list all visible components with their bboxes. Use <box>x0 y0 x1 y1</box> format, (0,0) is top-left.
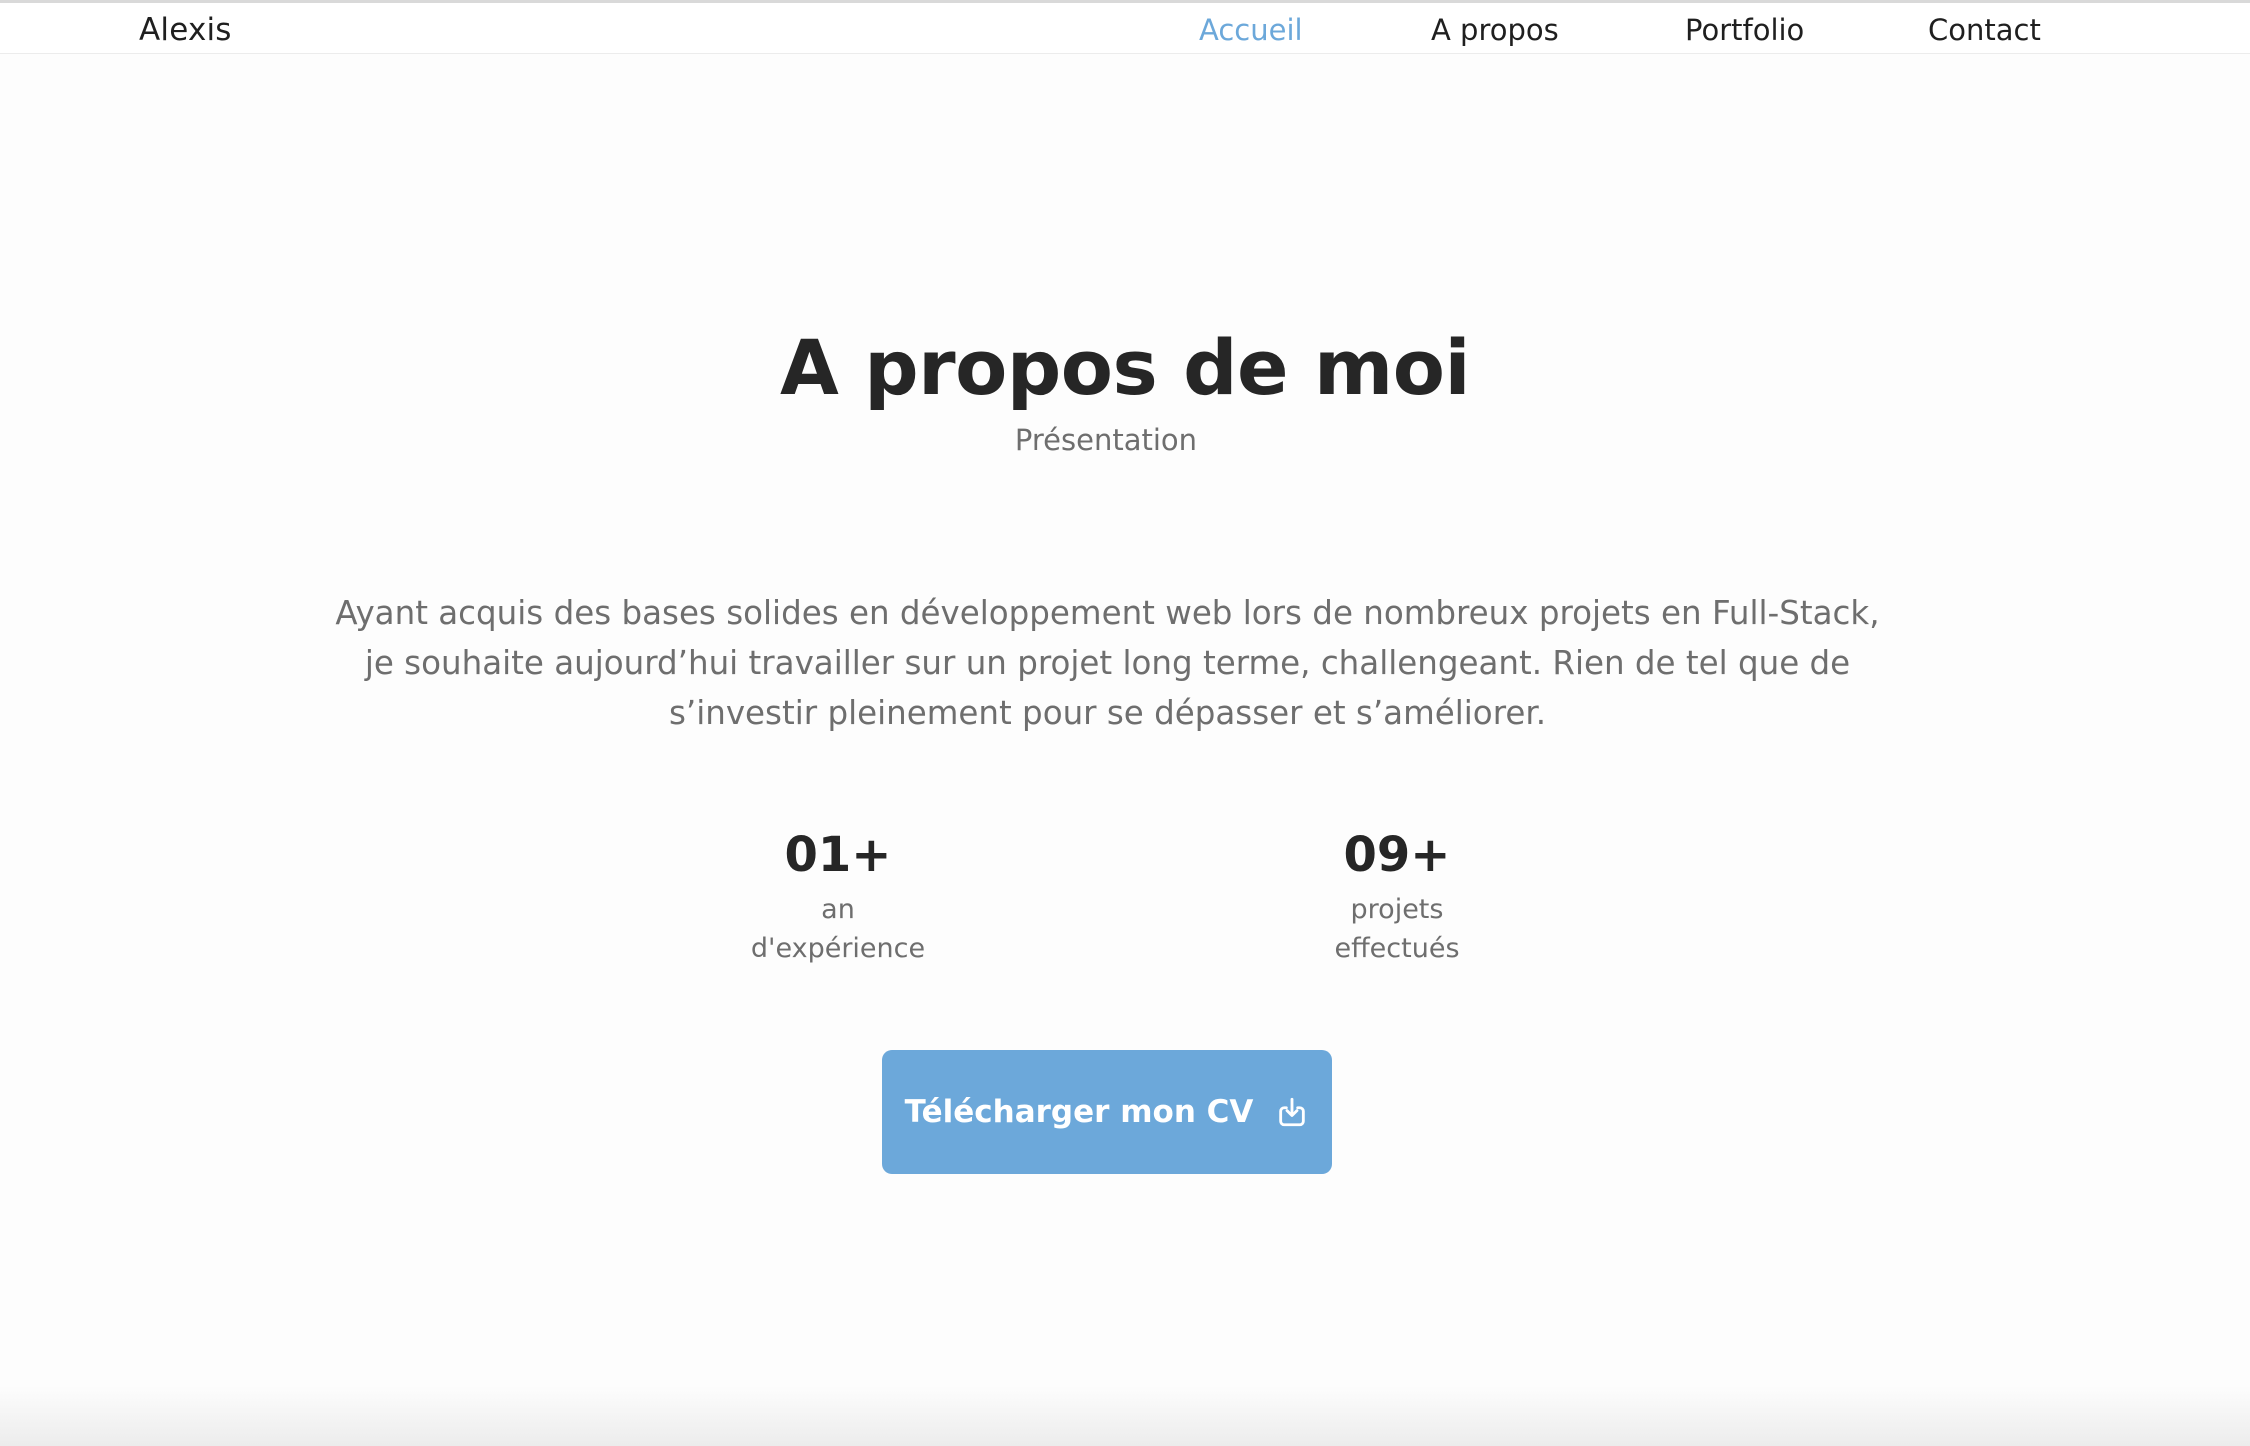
site-header: Alexis Accueil A propos Portfolio Contac… <box>0 3 2250 54</box>
nav-item-accueil[interactable]: Accueil <box>1199 10 1303 50</box>
brand-logo[interactable]: Alexis <box>139 10 232 50</box>
stat-projects-label-line1: projets <box>1350 894 1444 925</box>
bottom-shadow <box>0 1386 2250 1446</box>
stat-projects-label-line2: effectués <box>1334 933 1460 964</box>
download-cv-button[interactable]: Télécharger mon CV <box>882 1050 1332 1174</box>
stat-experience: 01+ an d'expérience <box>688 820 988 968</box>
stat-projects-value: 09+ <box>1343 827 1451 883</box>
nav-item-a-propos[interactable]: A propos <box>1431 10 1559 50</box>
stat-experience-label-line1: an <box>821 894 855 925</box>
section-title: A propos de moi <box>779 323 1471 412</box>
section-subtitle: Présentation <box>1014 423 1198 457</box>
about-section: A propos de moi Présentation Ayant acqui… <box>0 54 2250 1446</box>
stat-experience-label-line2: d'expérience <box>750 933 926 964</box>
nav-item-portfolio[interactable]: Portfolio <box>1685 10 1804 50</box>
download-cv-label: Télécharger mon CV <box>904 1094 1254 1130</box>
nav-item-contact[interactable]: Contact <box>1928 10 2041 50</box>
stat-experience-value: 01+ <box>784 827 892 883</box>
download-icon <box>1275 1095 1309 1129</box>
stat-projects: 09+ projets effectués <box>1247 820 1547 968</box>
about-description: Ayant acquis des bases solides en dévelo… <box>335 594 1880 732</box>
